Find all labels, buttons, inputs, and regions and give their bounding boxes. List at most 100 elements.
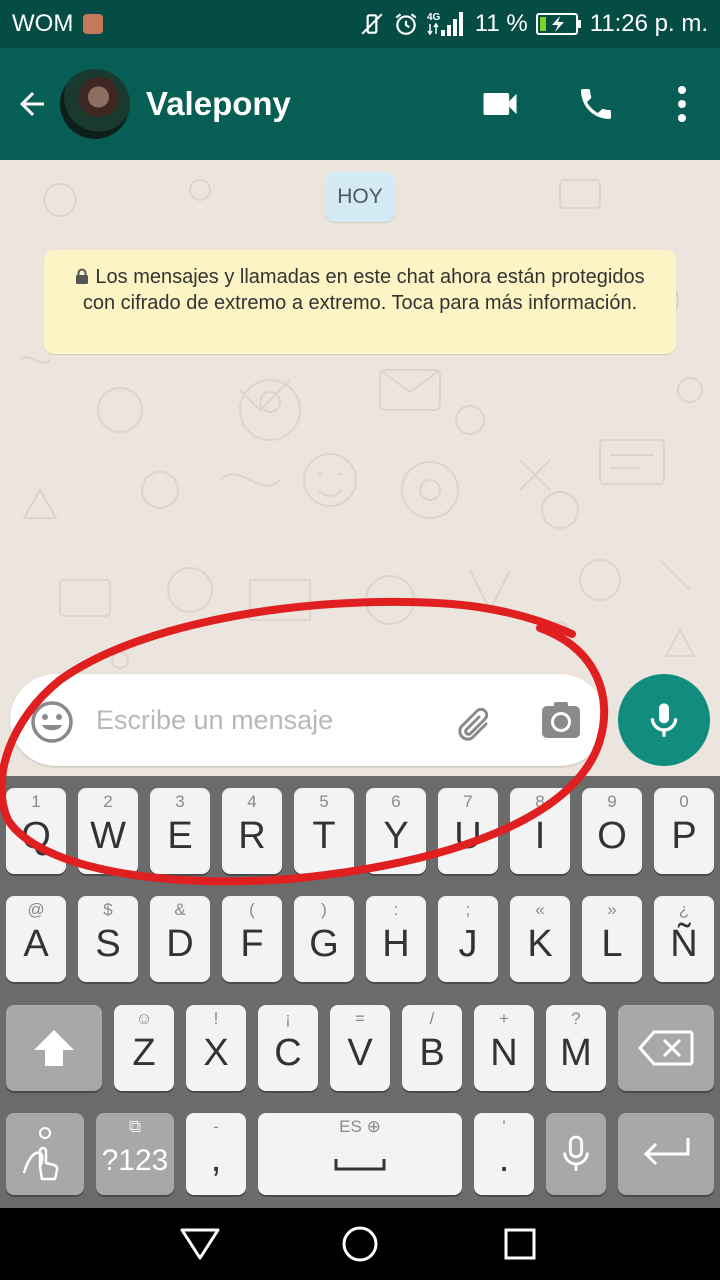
swipe-gesture-icon: [22, 1127, 59, 1181]
key-label: ?123: [101, 1144, 169, 1177]
lock-icon: [76, 268, 89, 284]
key-label: R: [238, 814, 266, 857]
back-arrow-icon: [20, 92, 44, 116]
key-hint: /: [429, 1009, 435, 1028]
key-q[interactable]: 1Q: [6, 788, 66, 874]
attach-button[interactable]: [450, 698, 498, 746]
key-hint: +: [499, 1009, 509, 1028]
key-hint: ): [321, 900, 327, 919]
key-i[interactable]: 8I: [510, 788, 570, 874]
attach-icon: [458, 707, 489, 741]
key-label: .: [498, 1137, 510, 1180]
key-z[interactable]: ☺ Z: [114, 1005, 174, 1091]
key-f[interactable]: (F: [222, 896, 282, 982]
key-p[interactable]: 0P: [654, 788, 714, 874]
key-label: H: [382, 922, 410, 965]
key-hint: ?: [571, 1009, 581, 1028]
notification-icon: [83, 14, 104, 34]
nav-back-button[interactable]: [178, 1222, 222, 1266]
key-t[interactable]: 5T: [294, 788, 354, 874]
key-label: T: [312, 814, 336, 857]
voice-call-icon: [581, 89, 611, 119]
emoji-button[interactable]: [28, 698, 76, 746]
settings-swipe-key[interactable]: [6, 1113, 84, 1195]
key-hint: @: [27, 900, 45, 919]
key-e[interactable]: 3E: [150, 788, 210, 874]
more-vert-icon: [678, 86, 686, 122]
key-y[interactable]: 6Y: [366, 788, 426, 874]
encryption-notice[interactable]: Los mensajes y llamadas en este chat aho…: [44, 250, 676, 354]
voice-call-button[interactable]: [548, 48, 644, 160]
video-call-icon: [483, 93, 517, 115]
key-enye[interactable]: ¿ Ñ: [654, 896, 714, 982]
key-hint: 8: [535, 792, 545, 811]
key-label: X: [203, 1031, 229, 1074]
space-bar-icon: [334, 1159, 386, 1171]
key-label: U: [454, 814, 482, 857]
avatar[interactable]: [60, 69, 130, 139]
mic-icon: [650, 703, 678, 737]
key-label: D: [166, 922, 194, 965]
navigation-bar: [0, 1208, 720, 1280]
shift-key[interactable]: [6, 1005, 102, 1091]
nav-home-button[interactable]: [338, 1222, 382, 1266]
key-label: O: [597, 814, 627, 857]
key-h[interactable]: :H: [366, 896, 426, 982]
key-label: W: [90, 814, 126, 857]
key-hint: 1: [31, 792, 41, 811]
header-actions: [452, 48, 720, 160]
enter-key[interactable]: [618, 1113, 714, 1195]
voice-message-button[interactable]: [618, 674, 710, 766]
more-options-button[interactable]: [644, 48, 720, 160]
key-k[interactable]: «K: [510, 896, 570, 982]
key-a[interactable]: @ A: [6, 896, 66, 982]
key-hint: 0: [679, 792, 689, 811]
key-hint: $: [103, 900, 113, 919]
key-x[interactable]: ! X: [186, 1005, 246, 1091]
video-call-button[interactable]: [452, 48, 548, 160]
status-right: 4G 11 % 11:26 p. m.: [359, 10, 708, 38]
space-key[interactable]: ES ⊕: [258, 1113, 462, 1195]
key-l[interactable]: » L: [582, 896, 642, 982]
mic-icon: [563, 1135, 589, 1171]
camera-button[interactable]: [540, 700, 582, 742]
back-button[interactable]: [4, 48, 60, 160]
key-hint: -: [213, 1117, 219, 1136]
key-n[interactable]: + N: [474, 1005, 534, 1091]
shift-icon: [34, 1030, 74, 1066]
contact-name[interactable]: Valepony: [146, 85, 291, 123]
key-hint: 2: [103, 792, 113, 811]
message-composer: [10, 674, 606, 766]
key-c[interactable]: ¡ C: [258, 1005, 318, 1091]
key-period[interactable]: '.: [474, 1113, 534, 1195]
key-label: V: [347, 1031, 373, 1074]
alarm-icon: [393, 11, 419, 37]
emoji-icon: [31, 701, 73, 743]
key-label: J: [458, 922, 478, 965]
symbols-key[interactable]: ⧉ ?123: [96, 1113, 174, 1195]
nav-recents-icon: [504, 1228, 536, 1260]
key-g[interactable]: ) G: [294, 896, 354, 982]
key-hint: 3: [175, 792, 185, 811]
signal-icon: 4G: [427, 10, 467, 38]
nav-recents-button[interactable]: [498, 1222, 542, 1266]
key-j[interactable]: ; J: [438, 896, 498, 982]
key-v[interactable]: = V: [330, 1005, 390, 1091]
key-r[interactable]: 4R: [222, 788, 282, 874]
key-m[interactable]: ? M: [546, 1005, 606, 1091]
key-u[interactable]: 7U: [438, 788, 498, 874]
key-label: Y: [383, 814, 409, 857]
key-b[interactable]: / B: [402, 1005, 462, 1091]
key-hint: ': [502, 1117, 506, 1136]
key-s[interactable]: $ S: [78, 896, 138, 982]
key-o[interactable]: 9O: [582, 788, 642, 874]
backspace-key[interactable]: [618, 1005, 714, 1091]
key-d[interactable]: & D: [150, 896, 210, 982]
key-comma[interactable]: -,: [186, 1113, 246, 1195]
message-input[interactable]: [96, 694, 436, 746]
key-label: Z: [132, 1031, 156, 1074]
key-w[interactable]: 2W: [78, 788, 138, 874]
key-label: G: [309, 922, 339, 965]
status-bar: WOM 4G 11 % 11:26 p. m.: [0, 0, 720, 48]
voice-input-key[interactable]: [546, 1113, 606, 1195]
